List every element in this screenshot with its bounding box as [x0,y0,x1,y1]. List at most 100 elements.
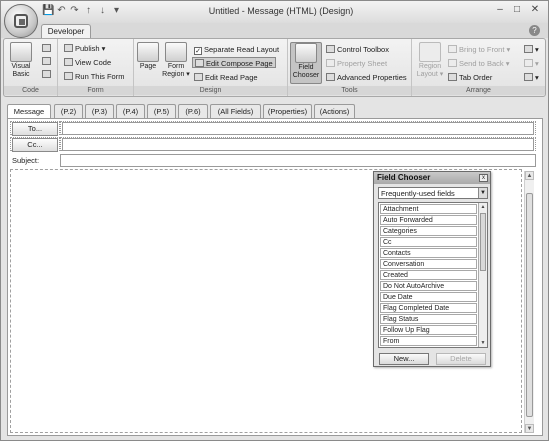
region-layout-label: Region Layout ▾ [416,63,444,78]
bring-to-front-icon [448,45,457,53]
publish-label: Publish ▾ [75,44,106,53]
view-code-label: View Code [75,58,112,67]
region-layout-button[interactable]: Region Layout ▾ [416,42,444,79]
group-label-form: Form [58,86,133,95]
to-field[interactable] [62,122,534,135]
tab-developer[interactable]: Developer [41,24,91,39]
view-code-button[interactable]: View Code [64,57,111,68]
scroll-down-icon[interactable]: ▼ [479,339,487,347]
control-toolbox-label: Control Toolbox [337,45,389,54]
page-tab-actions[interactable]: (Actions) [314,104,355,118]
field-item[interactable]: Conversation [380,259,477,269]
save-icon[interactable]: 💾 [42,5,54,16]
scroll-down-icon[interactable]: ▼ [525,424,534,433]
close-icon[interactable]: x [479,174,488,182]
page-tab-p2[interactable]: (P.2) [54,104,83,118]
macros-icon[interactable] [42,43,53,54]
page-tab-properties[interactable]: (Properties) [263,104,312,118]
bring-to-front-button[interactable]: Bring to Front ▾ [448,44,510,55]
property-sheet-icon [326,59,335,67]
customize-toolbar-icon[interactable]: ▾ [111,5,122,16]
page-tab-p4[interactable]: (P.4) [116,104,145,118]
arrow-down-icon[interactable]: ↓ [97,5,108,16]
advanced-properties-label: Advanced Properties [337,73,407,82]
advanced-properties-button[interactable]: Advanced Properties [326,72,407,83]
send-to-back-button[interactable]: Send to Back ▾ [448,58,509,69]
send-to-back-label: Send to Back ▾ [459,59,510,68]
field-item[interactable]: From [380,336,477,346]
field-item[interactable]: Cc [380,237,477,247]
separate-read-layout-label: Separate Read Layout [204,45,280,54]
publish-icon [64,44,73,52]
advanced-properties-icon [326,73,335,81]
group-icon[interactable]: ▾ [524,58,539,69]
field-item[interactable]: Do Not AutoArchive [380,281,477,291]
undo-icon[interactable]: ↶ [56,5,67,16]
delete-field-button[interactable]: Delete [436,353,486,365]
publish-button[interactable]: Publish ▾ [64,43,105,54]
property-sheet-button[interactable]: Property Sheet [326,58,387,69]
window-title: Untitled - Message (HTML) (Design) [208,6,354,16]
run-this-form-button[interactable]: Run This Form [64,71,124,82]
field-item[interactable]: Categories [380,226,477,236]
scroll-thumb[interactable] [480,213,486,271]
field-item[interactable]: Auto Forwarded [380,215,477,225]
field-chooser-title[interactable]: Field Chooser [374,172,490,184]
property-sheet-label: Property Sheet [337,59,388,68]
cc-field[interactable] [62,138,534,151]
form-region-label: Form Region ▾ [162,63,190,78]
size-icon[interactable]: ▾ [524,72,539,83]
field-item[interactable]: Due Date [380,292,477,302]
page-tab-message[interactable]: Message [7,104,51,119]
visual-basic-label: Visual Basic [11,63,31,78]
new-field-button[interactable]: New... [379,353,429,365]
field-list-scrollbar[interactable]: ▲ ▼ [478,203,487,347]
maximize-button[interactable]: □ [510,4,524,17]
close-button[interactable]: ✕ [528,4,542,17]
view-code-icon [64,58,73,66]
align-icon[interactable]: ▾ [524,44,539,55]
office-button[interactable] [4,4,38,38]
field-item[interactable]: Flag Completed Date [380,303,477,313]
edit-read-page-button[interactable]: Edit Read Page [194,72,258,83]
field-chooser-button[interactable]: Field Chooser [290,42,322,84]
page-tab-p5[interactable]: (P.5) [147,104,176,118]
page-icon [137,42,159,62]
warning-icon[interactable] [42,69,53,80]
to-button[interactable]: To... [12,122,58,136]
run-this-form-label: Run This Form [75,72,125,81]
arrow-up-icon[interactable]: ↑ [83,5,94,16]
visual-basic-button[interactable]: Visual Basic [6,42,36,79]
edit-compose-page-button[interactable]: Edit Compose Page [192,57,276,68]
redo-icon[interactable]: ↷ [69,5,80,16]
macro-security-icon[interactable] [42,56,53,67]
scroll-up-icon[interactable]: ▲ [525,171,534,180]
form-region-button[interactable]: Form Region ▾ [162,42,190,79]
field-list[interactable]: Attachment Auto Forwarded Categories Cc … [378,202,488,348]
page-tab-all-fields[interactable]: (All Fields) [210,104,261,118]
field-item[interactable]: Created [380,270,477,280]
field-set-select[interactable]: Frequently-used fields ▼ [378,187,488,199]
field-item[interactable]: Follow Up Flag [380,325,477,335]
cc-button[interactable]: Cc... [12,138,58,152]
subject-field[interactable] [60,154,536,167]
scroll-thumb[interactable] [526,193,533,417]
group-label-arrange: Arrange [412,86,545,95]
minimize-button[interactable]: – [493,4,507,17]
field-item[interactable]: Flag Status [380,314,477,324]
chevron-down-icon[interactable]: ▼ [478,188,487,198]
vertical-scrollbar[interactable]: ▲ ▼ [524,171,534,433]
separate-read-layout-checkbox[interactable]: ✓ Separate Read Layout [194,44,279,55]
tab-order-button[interactable]: Tab Order [448,72,492,83]
run-form-icon [64,72,73,80]
field-item[interactable]: Attachment [380,204,477,214]
scroll-up-icon[interactable]: ▲ [479,203,487,211]
title-bar: 💾 ↶ ↷ ↑ ↓ ▾ Untitled - Message (HTML) (D… [1,1,548,23]
field-item[interactable]: Contacts [380,248,477,258]
page-tab-p3[interactable]: (P.3) [85,104,114,118]
page-tab-p6[interactable]: (P.6) [178,104,208,118]
page-button[interactable]: Page [136,42,160,71]
control-toolbox-button[interactable]: Control Toolbox [326,44,389,55]
help-icon[interactable]: ? [529,25,540,36]
visual-basic-icon [10,42,32,62]
